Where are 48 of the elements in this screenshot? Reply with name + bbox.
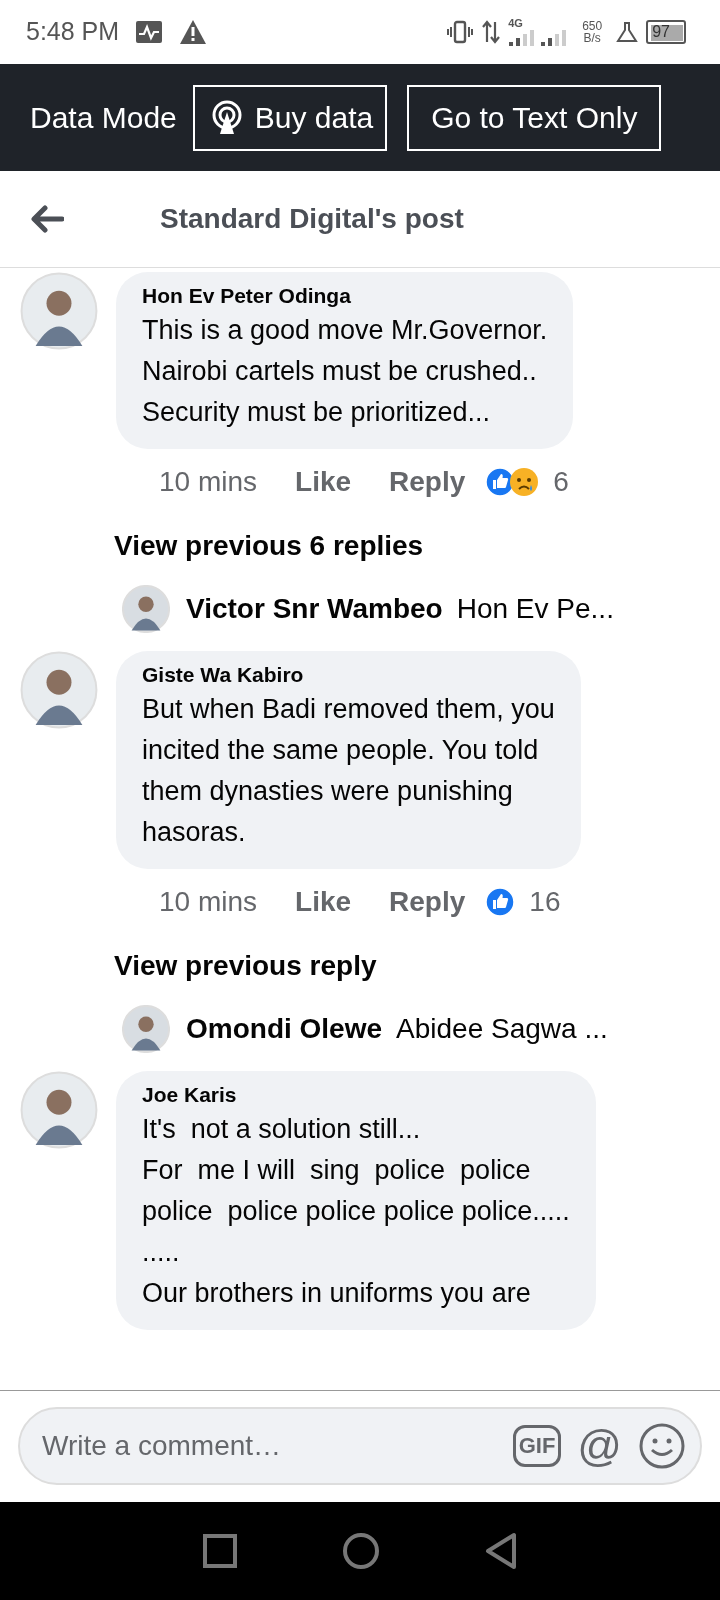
reaction-count: 16 [529, 885, 561, 919]
avatar [122, 1005, 170, 1053]
battery-level: 97 [646, 20, 686, 44]
status-time: 5:48 PM [26, 16, 120, 48]
back-button[interactable] [30, 205, 64, 233]
reply-author[interactable]: Omondi Olewe [186, 1008, 383, 1050]
reply-link[interactable]: Reply [389, 881, 466, 923]
view-replies-link[interactable]: View previous reply [20, 945, 377, 987]
gif-button[interactable]: GIF [512, 1425, 562, 1467]
view-replies-link[interactable]: View previous 6 replies [20, 525, 424, 567]
like-link[interactable]: Like [295, 461, 352, 503]
mention-button[interactable]: @ [577, 1424, 622, 1468]
data-mode-label: Data Mode [30, 100, 177, 136]
reply-snippet: Hon Ev Pe... [456, 592, 614, 626]
reply-author[interactable]: Victor Snr Wambeo [186, 588, 443, 630]
signal-icon [508, 28, 569, 47]
comment-author[interactable]: Joe Karis [142, 1081, 570, 1109]
comment-time: 10 mins [159, 885, 258, 919]
back-arrow-icon [30, 205, 64, 233]
flask-icon [616, 21, 639, 43]
comment-text: But when Badi removed them, you incited the same people. You told them dynasties were punishing hasoras. [142, 693, 555, 849]
back-icon[interactable] [484, 1532, 518, 1570]
buy-data-button[interactable]: Buy data [192, 84, 388, 151]
speed-unit: B/s [583, 32, 601, 44]
speed-value: 650 [582, 20, 603, 32]
emoji-icon[interactable] [638, 1422, 686, 1470]
reaction-count: 6 [553, 465, 569, 499]
home-icon[interactable] [342, 1532, 380, 1570]
reply-link[interactable]: Reply [389, 461, 466, 503]
text-only-button[interactable]: Go to Text Only [407, 84, 662, 151]
comment-time: 10 mins [159, 465, 258, 499]
sad-reaction-icon [509, 467, 540, 497]
comment-text: It's not a solution still... For me I will sing police police police police police police police..... ..... Our brothers in uniforms you are [142, 1113, 570, 1310]
like-reaction-icon [485, 887, 516, 917]
post-title: Standard Digital's post [160, 202, 464, 236]
reply-snippet: Abidee Sagwa ... [396, 1012, 608, 1046]
warning-icon [179, 19, 208, 45]
vibrate-icon [446, 20, 475, 44]
like-link[interactable]: Like [295, 881, 352, 923]
comment-author[interactable]: Giste Wa Kabiro [142, 661, 555, 689]
comment-author[interactable]: Hon Ev Peter Odinga [142, 282, 548, 310]
recents-icon[interactable] [202, 1533, 238, 1569]
avatar [122, 585, 170, 633]
activity-icon [135, 20, 164, 44]
data-arrows-icon [482, 20, 501, 44]
network-type: 4G [508, 17, 523, 29]
comment-field[interactable]: Write a comment… GIF @ [18, 1407, 702, 1485]
comment-text: This is a good move Mr.Governor. Nairobi cartels must be crushed.. Security must be prioritized... [142, 314, 548, 429]
